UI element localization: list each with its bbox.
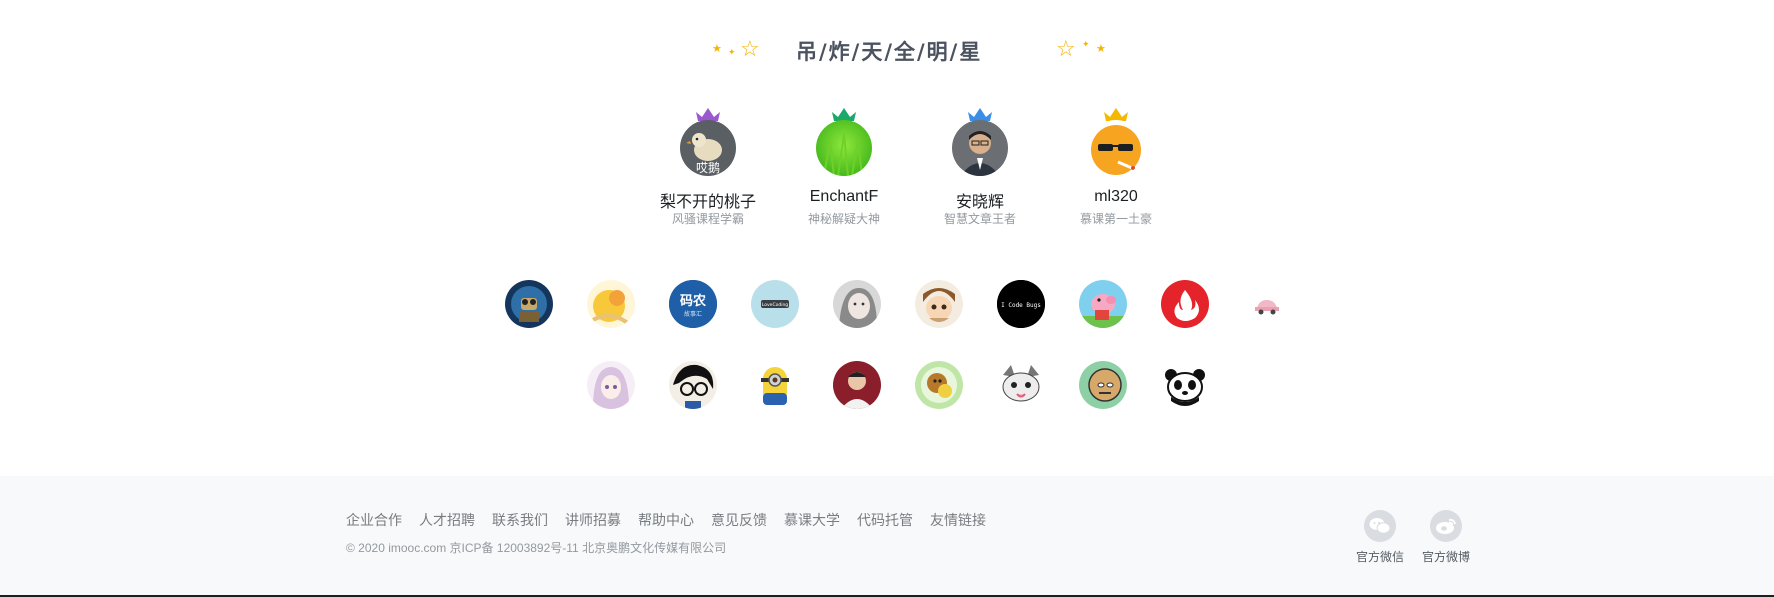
footer-link-business[interactable]: 企业合作 bbox=[346, 512, 402, 528]
code-bugs-avatar-icon[interactable]: I Code Bugs bbox=[997, 280, 1045, 328]
yellow-avatar-icon[interactable] bbox=[587, 280, 635, 328]
minion-avatar-icon[interactable] bbox=[751, 361, 799, 409]
svg-text:故事汇: 故事汇 bbox=[684, 310, 702, 318]
star-cluster-right-icon: ☆ ✦ ★ bbox=[1056, 36, 1106, 61]
footer-link-contact[interactable]: 联系我们 bbox=[492, 512, 548, 528]
svg-text:I Code Bugs: I Code Bugs bbox=[1001, 302, 1041, 309]
footer-link-code-hosting[interactable]: 代码托管 bbox=[857, 512, 913, 528]
leader-title: 慕课第一土豪 bbox=[1079, 212, 1152, 226]
panda-avatar-icon[interactable] bbox=[1161, 361, 1209, 409]
sunglasses-avatar-icon[interactable] bbox=[1088, 120, 1144, 176]
leader-name[interactable]: 安晓辉 bbox=[915, 188, 1045, 212]
weibo-link[interactable]: 官方微博 bbox=[1416, 510, 1476, 565]
weibo-icon[interactable] bbox=[1430, 510, 1462, 542]
wechat-label: 官方微信 bbox=[1355, 550, 1404, 564]
weibo-label: 官方微博 bbox=[1421, 550, 1470, 564]
grass-avatar-icon[interactable] bbox=[816, 120, 872, 176]
cartoon-boy-avatar-icon[interactable] bbox=[915, 280, 963, 328]
section-title: 吊/炸/天/全/明/星 bbox=[796, 40, 983, 64]
footer-link-help[interactable]: 帮助中心 bbox=[638, 512, 694, 528]
small-car-avatar-icon[interactable] bbox=[1243, 280, 1291, 328]
anime-girl-avatar-icon[interactable] bbox=[587, 361, 635, 409]
stars-section: ★ ✦ ☆ 吊/炸/天/全/明/星 ☆ ✦ ★ 哎鹅 梨不开的桃子 风骚课程学霸… bbox=[0, 0, 1774, 476]
svg-text:哎鹅: 哎鹅 bbox=[696, 161, 720, 175]
flame-avatar-icon[interactable] bbox=[1161, 280, 1209, 328]
footer-links: 企业合作 人才招聘 联系我们 讲师招募 帮助中心 意见反馈 慕课大学 代码托管 友情链接 bbox=[346, 510, 1003, 530]
footer-link-university[interactable]: 慕课大学 bbox=[784, 512, 840, 528]
manong-avatar-icon[interactable]: 码农 故事汇 bbox=[669, 280, 717, 328]
girl-avatar-icon[interactable] bbox=[833, 280, 881, 328]
footer-link-teacher[interactable]: 讲师招募 bbox=[565, 512, 621, 528]
man-avatar-icon[interactable] bbox=[952, 120, 1008, 176]
peppa-avatar-icon[interactable] bbox=[1079, 280, 1127, 328]
robot-avatar-icon[interactable] bbox=[505, 280, 553, 328]
monkey-avatar-icon[interactable] bbox=[915, 361, 963, 409]
leader-name[interactable]: ml320 bbox=[1051, 188, 1181, 206]
footer-link-feedback[interactable]: 意见反馈 bbox=[711, 512, 767, 528]
leader-name[interactable]: 梨不开的桃子 bbox=[643, 188, 773, 212]
leader-title: 神秘解疑大神 bbox=[807, 212, 880, 226]
light-blue-avatar-icon[interactable]: LoveCoding bbox=[751, 280, 799, 328]
cat-avatar-icon[interactable] bbox=[997, 361, 1045, 409]
leader-title: 风骚课程学霸 bbox=[671, 212, 744, 226]
wechat-link[interactable]: 官方微信 bbox=[1350, 510, 1410, 565]
star-cluster-left-icon: ★ ✦ ☆ bbox=[712, 36, 760, 61]
wechat-icon[interactable] bbox=[1364, 510, 1396, 542]
page-footer: 企业合作 人才招聘 联系我们 讲师招募 帮助中心 意见反馈 慕课大学 代码托管 友情链接 © 2… bbox=[0, 476, 1774, 597]
man-photo-avatar-icon[interactable] bbox=[833, 361, 881, 409]
svg-text:LoveCoding: LoveCoding bbox=[762, 302, 788, 308]
conan-avatar-icon[interactable] bbox=[669, 361, 717, 409]
footer-link-friends[interactable]: 友情链接 bbox=[930, 512, 986, 528]
bald-head-avatar-icon[interactable] bbox=[1079, 361, 1127, 409]
svg-text:码农: 码农 bbox=[680, 293, 706, 309]
duck-avatar-icon[interactable]: 哎鹅 bbox=[680, 120, 736, 176]
copyright-text: © 2020 imooc.com 京ICP备 12003892号-11 北京奥鹏… bbox=[346, 541, 727, 555]
leader-title: 智慧文章王者 bbox=[943, 212, 1016, 226]
leader-name[interactable]: EnchantF bbox=[779, 188, 909, 206]
section-header: ★ ✦ ☆ 吊/炸/天/全/明/星 ☆ ✦ ★ bbox=[0, 36, 1774, 66]
footer-link-jobs[interactable]: 人才招聘 bbox=[419, 512, 475, 528]
